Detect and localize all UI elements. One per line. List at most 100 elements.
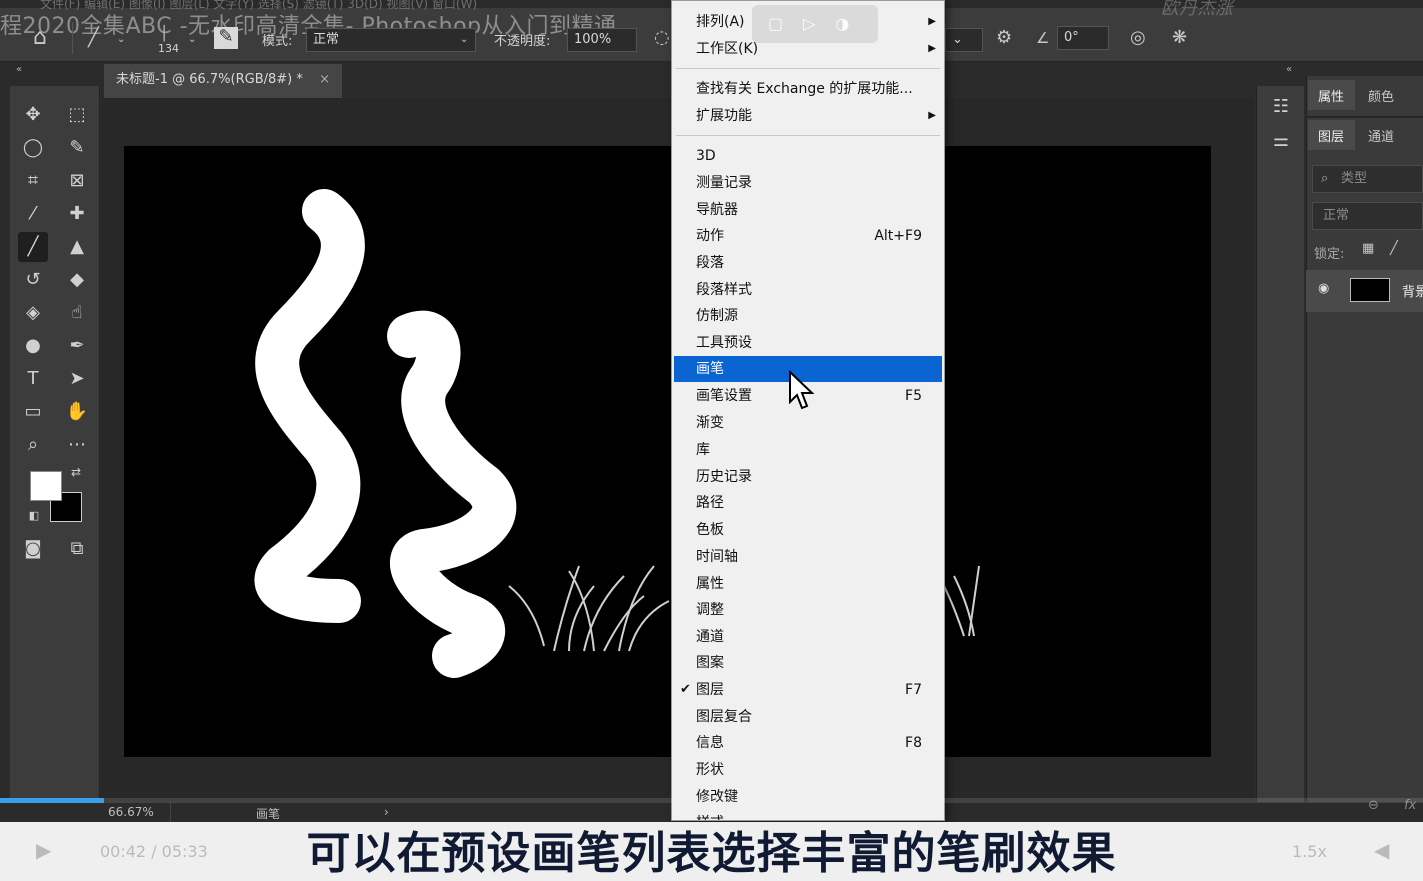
swap-colors-icon[interactable]: ⇄ bbox=[66, 462, 86, 482]
screen-mode-icon[interactable]: ⧉ bbox=[62, 534, 92, 564]
menu-item[interactable]: 图层 F7 ✔ bbox=[674, 677, 942, 703]
brush-tool-icon[interactable]: ╱ bbox=[18, 232, 48, 262]
menu-item[interactable]: 扩展功能 ▶ bbox=[674, 103, 942, 129]
menu-item[interactable]: 信息 F8 bbox=[674, 730, 942, 756]
rectangle-tool-icon[interactable]: ▭ bbox=[18, 397, 48, 427]
menu-item[interactable]: 导航器 bbox=[674, 197, 942, 223]
menu-item[interactable]: 仿制源 bbox=[674, 303, 942, 329]
chevron-down-icon: ⌄ bbox=[460, 34, 469, 45]
menu-item-label: 时间轴 bbox=[696, 549, 738, 565]
menu-item[interactable]: 图层复合 bbox=[674, 704, 942, 730]
history-brush-tool-icon[interactable]: ↺ bbox=[18, 265, 48, 295]
brush-preset-icon[interactable]: ╱ bbox=[88, 28, 99, 48]
hand-tool-icon[interactable]: ✋ bbox=[62, 397, 92, 427]
menu-item[interactable]: 测量记录 bbox=[674, 170, 942, 196]
move-tool-icon[interactable]: ✥ bbox=[18, 100, 48, 130]
pressure-size-icon[interactable]: ◎ bbox=[1130, 28, 1146, 48]
frame-tool-icon[interactable]: ⊠ bbox=[62, 166, 92, 196]
menu-item[interactable]: 修改键 bbox=[674, 784, 942, 810]
status-arrow[interactable]: › bbox=[384, 805, 389, 819]
smudge-tool-icon[interactable]: ☝ bbox=[62, 298, 92, 328]
mode-select[interactable]: 正常 bbox=[306, 28, 476, 52]
menu-item[interactable]: 段落样式 bbox=[674, 277, 942, 303]
quick-mask-icon[interactable]: ◙ bbox=[18, 534, 48, 564]
lasso-tool-icon[interactable]: ◯ bbox=[18, 133, 48, 163]
collapse-right-icon[interactable]: « bbox=[1286, 64, 1292, 75]
lock-paint-icon[interactable]: ╱ bbox=[1390, 241, 1398, 256]
visibility-eye-icon[interactable]: ◉ bbox=[1318, 281, 1329, 296]
smoothing-dropdown[interactable]: ⌄ bbox=[945, 28, 983, 52]
menu-item[interactable]: 通道 bbox=[674, 624, 942, 650]
brush-settings-panel-icon[interactable]: ⚌ bbox=[1266, 126, 1296, 156]
document-canvas[interactable] bbox=[124, 146, 1211, 757]
menu-item-shortcut: F7 bbox=[905, 682, 922, 698]
document-tab-title: 未标题-1 @ 66.7%(RGB/8#) * bbox=[116, 72, 303, 87]
video-progress-bar[interactable] bbox=[0, 798, 1423, 803]
layer-filter-search[interactable]: ⌕ 类型 bbox=[1312, 165, 1423, 193]
menu-item[interactable]: 库 bbox=[674, 437, 942, 463]
pen-tool-icon[interactable]: ✒ bbox=[62, 331, 92, 361]
menu-item[interactable]: 形状 bbox=[674, 757, 942, 783]
menu-item[interactable]: 色板 bbox=[674, 517, 942, 543]
quick-select-tool-icon[interactable]: ✎ bbox=[62, 133, 92, 163]
more-tools-icon[interactable]: ⋯ bbox=[62, 430, 92, 460]
video-quick-actions-overlay[interactable]: ▢▷◑ bbox=[752, 5, 878, 43]
symmetry-butterfly-icon[interactable]: ❋ bbox=[1172, 28, 1187, 48]
close-icon[interactable]: × bbox=[319, 64, 330, 96]
layer-thumbnail bbox=[1350, 278, 1390, 302]
tab-channels[interactable]: 通道 bbox=[1368, 126, 1394, 145]
menu-item[interactable]: 调整 bbox=[674, 597, 942, 623]
menu-item[interactable]: 历史记录 bbox=[674, 464, 942, 490]
chevron-down-icon[interactable]: ⌄ bbox=[188, 30, 196, 50]
menu-item[interactable]: 时间轴 bbox=[674, 544, 942, 570]
collapse-left-icon[interactable]: « bbox=[16, 64, 22, 75]
paint-bucket-tool-icon[interactable]: ◈ bbox=[18, 298, 48, 328]
menu-item[interactable]: 样式 bbox=[674, 810, 942, 820]
menu-item[interactable]: 段落 bbox=[674, 250, 942, 276]
angle-input[interactable]: 0° bbox=[1057, 26, 1109, 50]
eyedropper-tool-icon[interactable]: ⁄ bbox=[18, 199, 48, 229]
pressure-opacity-icon[interactable]: ◌ bbox=[654, 28, 670, 48]
menu-item-label: 通道 bbox=[696, 629, 724, 645]
menu-item[interactable]: 图案 bbox=[674, 650, 942, 676]
tab-layers[interactable]: 图层 bbox=[1318, 126, 1344, 145]
document-tab[interactable]: 未标题-1 @ 66.7%(RGB/8#) * × bbox=[104, 64, 342, 98]
brush-strokes-artwork bbox=[254, 189, 980, 678]
status-divider bbox=[170, 802, 171, 822]
menu-item[interactable]: 路径 bbox=[674, 490, 942, 516]
menu-item-label: 查找有关 Exchange 的扩展功能... bbox=[696, 81, 913, 97]
menu-item-label: 动作 bbox=[696, 228, 724, 244]
tab-properties[interactable]: 属性 bbox=[1318, 86, 1344, 105]
brush-presets-panel-icon[interactable]: ☷ bbox=[1266, 92, 1296, 122]
gear-icon[interactable]: ⚙ bbox=[996, 28, 1012, 48]
tab-color[interactable]: 颜色 bbox=[1368, 86, 1394, 105]
path-select-tool-icon[interactable]: ➤ bbox=[62, 364, 92, 394]
dodge-tool-icon[interactable]: ● bbox=[18, 331, 48, 361]
menu-item[interactable]: 属性 bbox=[674, 571, 942, 597]
healing-tool-icon[interactable]: ✚ bbox=[62, 199, 92, 229]
foreground-color-swatch[interactable] bbox=[30, 471, 62, 501]
menu-item[interactable]: 工具预设 bbox=[674, 330, 942, 356]
blend-mode-select[interactable]: 正常 bbox=[1312, 202, 1423, 230]
default-colors-icon[interactable]: ◧ bbox=[26, 508, 42, 524]
lock-transparent-icon[interactable]: ▦ bbox=[1362, 241, 1374, 256]
menu-item-shortcut: F8 bbox=[905, 735, 922, 751]
marquee-tool-icon[interactable]: ⬚ bbox=[62, 100, 92, 130]
menu-separator bbox=[676, 135, 940, 136]
stamp-tool-icon[interactable]: ▲ bbox=[62, 232, 92, 262]
menu-item-shortcut: F5 bbox=[905, 388, 922, 404]
menu-item[interactable]: 3D bbox=[674, 143, 942, 169]
chevron-down-icon[interactable]: ⌄ bbox=[117, 30, 125, 50]
home-icon[interactable]: ⌂ bbox=[33, 27, 47, 49]
photoshop-window: 文件(F) 编辑(E) 图像(I) 图层(L) 文字(Y) 选择(S) 滤镜(T… bbox=[0, 0, 1423, 881]
brush-panel-toggle-icon[interactable]: ✎ bbox=[214, 27, 238, 49]
zoom-tool-icon[interactable]: ⌕ bbox=[18, 430, 48, 460]
menu-item[interactable]: 动作 Alt+F9 bbox=[674, 223, 942, 249]
type-tool-icon[interactable]: T bbox=[18, 364, 48, 394]
opacity-input[interactable]: 100% bbox=[567, 28, 637, 52]
angle-icon: ∠ bbox=[1036, 29, 1050, 47]
eraser-tool-icon[interactable]: ◆ bbox=[62, 265, 92, 295]
layer-filter-label: 类型 bbox=[1341, 171, 1368, 186]
crop-tool-icon[interactable]: ⌗ bbox=[18, 166, 48, 196]
menu-item[interactable]: 查找有关 Exchange 的扩展功能... bbox=[674, 76, 942, 102]
